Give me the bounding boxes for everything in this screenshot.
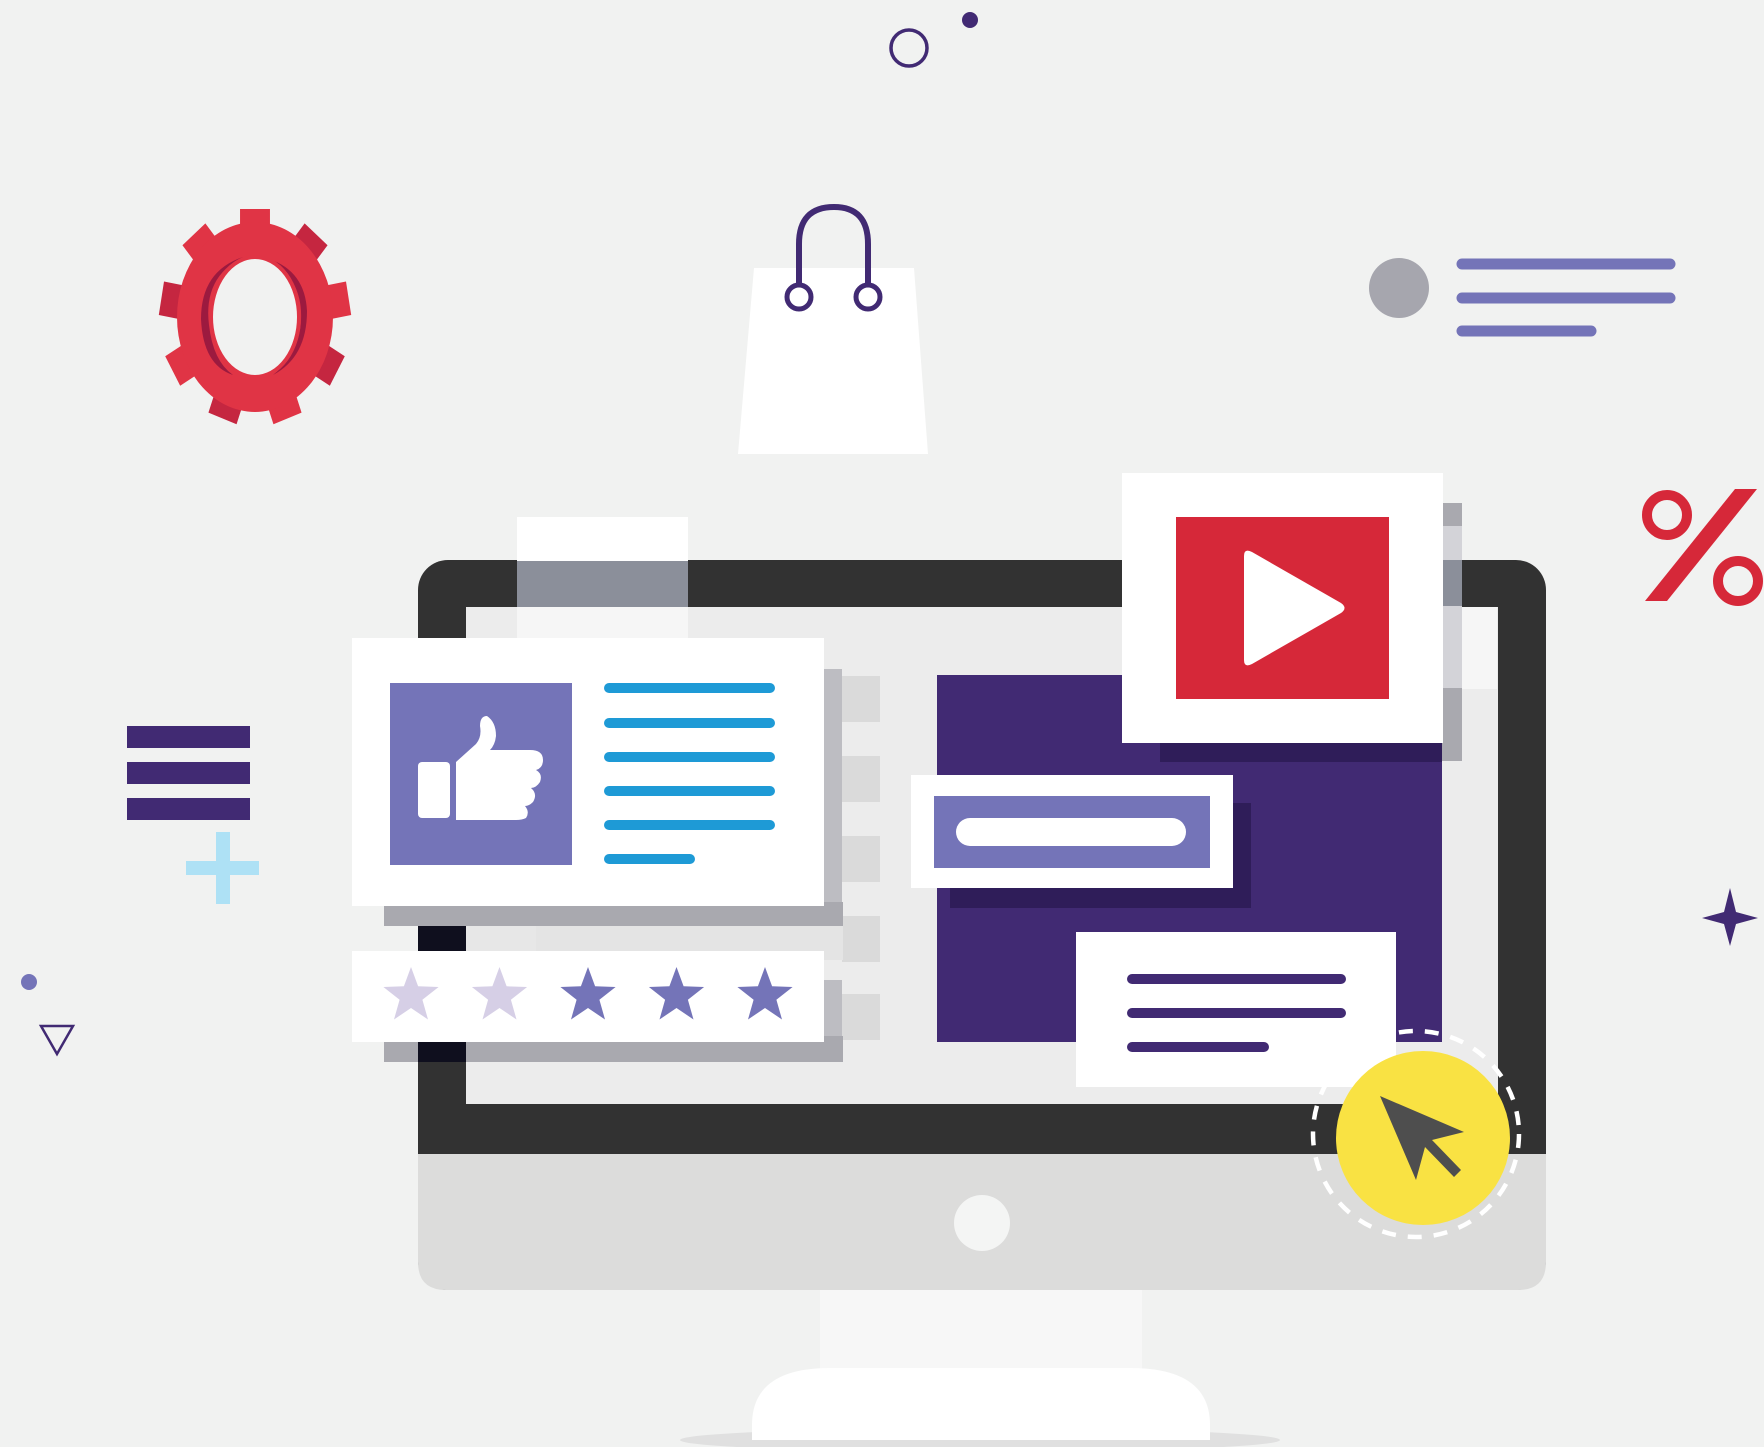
dot-icon [21, 974, 37, 990]
monitor-stand-base [752, 1368, 1210, 1440]
dot-icon [962, 12, 978, 28]
hamburger-menu-icon [127, 726, 250, 820]
rating-card [352, 951, 843, 1062]
tab-card [517, 517, 688, 639]
monitor-stand-neck [820, 1290, 1142, 1370]
power-button-icon [954, 1195, 1010, 1251]
search-bar [956, 818, 1186, 846]
video-card [1122, 473, 1497, 762]
digital-marketing-illustration [0, 0, 1764, 1447]
